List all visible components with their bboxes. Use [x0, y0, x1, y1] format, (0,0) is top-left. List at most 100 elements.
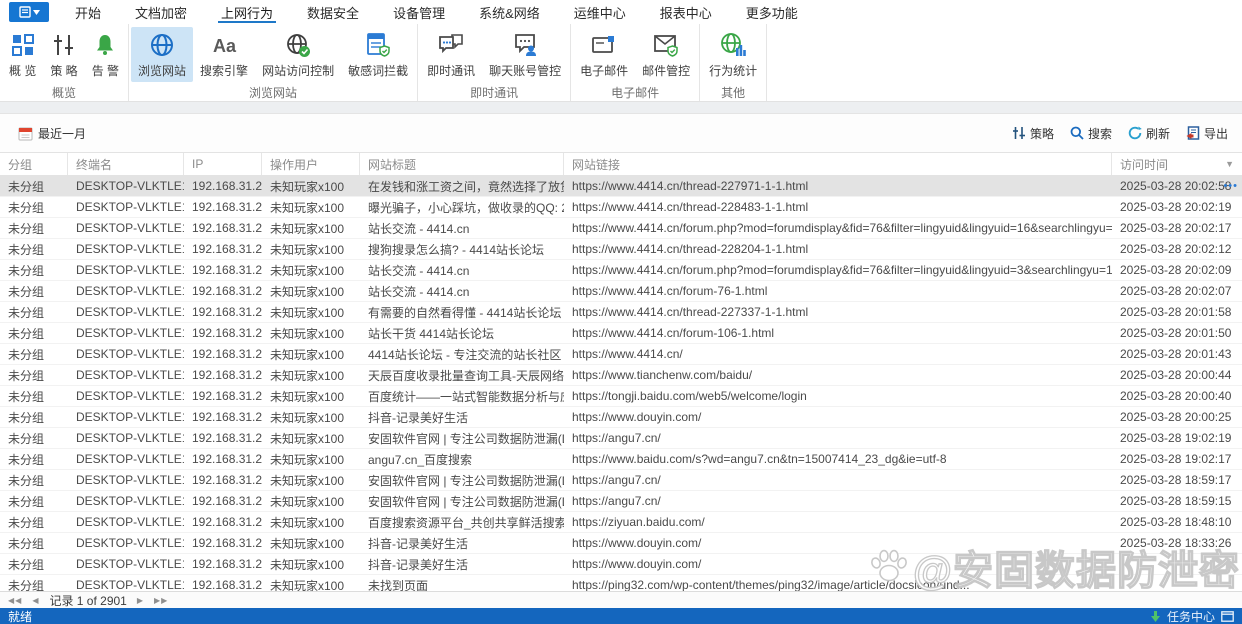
ribbon-item-browse-sites[interactable]: 浏览网站: [131, 27, 193, 82]
table-row[interactable]: 未分组 DESKTOP-VLKTLE1 192.168.31.27 未知玩家x1…: [0, 176, 1242, 197]
column-header-ip[interactable]: IP: [184, 153, 262, 175]
cell-time: 2025-03-28 20:02:09•••: [1112, 260, 1242, 280]
ribbon-item-site-access-control[interactable]: 网站访问控制: [255, 27, 341, 82]
table-row[interactable]: 未分组 DESKTOP-VLKTLE1 192.168.31.27 未知玩家x1…: [0, 491, 1242, 512]
ribbon-item-overview[interactable]: 概 览: [2, 27, 43, 82]
cell-title: 未找到页面: [360, 575, 564, 591]
cell-user: 未知玩家x100: [262, 218, 360, 238]
menu-tab-system-network[interactable]: 系统&网络: [462, 0, 557, 24]
cell-url: https://www.4414.cn/forum-106-1.html: [564, 323, 1112, 343]
table-row[interactable]: 未分组 DESKTOP-VLKTLE1 192.168.31.27 未知玩家x1…: [0, 218, 1242, 239]
column-header-terminal[interactable]: 终端名: [68, 153, 184, 175]
ribbon-item-label: 网站访问控制: [262, 62, 334, 79]
menu-tab-data-security[interactable]: 数据安全: [290, 0, 376, 24]
prev-page-button[interactable]: ◀: [32, 596, 39, 605]
task-center-button[interactable]: 任务中心: [1167, 608, 1215, 624]
column-header-user[interactable]: 操作用户: [262, 153, 360, 175]
ribbon-item-label: 聊天账号管控: [489, 62, 561, 79]
export-icon: [1186, 126, 1200, 140]
ribbon-group-label: 电子邮件: [573, 84, 697, 101]
menu-tab-doc-encrypt[interactable]: 文档加密: [118, 0, 204, 24]
table-row[interactable]: 未分组 DESKTOP-VLKTLE1 192.168.31.27 未知玩家x1…: [0, 575, 1242, 591]
ribbon-item-sensitive-word-block[interactable]: 敏感词拦截: [341, 27, 415, 82]
ribbon-item-label: 敏感词拦截: [348, 62, 408, 79]
cell-group: 未分组: [0, 407, 68, 427]
table-row[interactable]: 未分组 DESKTOP-VLKTLE1 192.168.31.27 未知玩家x1…: [0, 386, 1242, 407]
cell-group: 未分组: [0, 575, 68, 591]
cell-ip: 192.168.31.27: [184, 197, 262, 217]
app-menu-button[interactable]: [9, 2, 49, 22]
column-header-url[interactable]: 网站链接: [564, 153, 1112, 175]
cell-user: 未知玩家x100: [262, 428, 360, 448]
ribbon-item-label: 即时通讯: [427, 62, 475, 79]
column-header-time[interactable]: 访问时间▼: [1112, 153, 1242, 175]
table-row[interactable]: 未分组 DESKTOP-VLKTLE1 192.168.31.27 未知玩家x1…: [0, 344, 1242, 365]
window-icon[interactable]: [1221, 611, 1234, 622]
cell-title: 站长交流 - 4414.cn: [360, 260, 564, 280]
cell-user: 未知玩家x100: [262, 323, 360, 343]
ribbon-item-im[interactable]: 即时通讯: [420, 27, 482, 82]
export-button[interactable]: 导出: [1186, 125, 1228, 142]
menu-tab-device-mgmt[interactable]: 设备管理: [376, 0, 462, 24]
cell-terminal: DESKTOP-VLKTLE1: [68, 470, 184, 490]
ribbon-item-alert[interactable]: 告 警: [85, 27, 126, 82]
menu-tab-report-center[interactable]: 报表中心: [643, 0, 729, 24]
cell-title: 天辰百度收录批量查询工具-天辰网络: [360, 365, 564, 385]
cell-title: 百度统计——一站式智能数据分析与应用平台: [360, 386, 564, 406]
menu-tab-start[interactable]: 开始: [58, 0, 118, 24]
ribbon-item-behavior-stats[interactable]: 行为统计: [702, 27, 764, 82]
table-row[interactable]: 未分组 DESKTOP-VLKTLE1 192.168.31.27 未知玩家x1…: [0, 449, 1242, 470]
refresh-button[interactable]: 刷新: [1128, 125, 1170, 142]
table-row[interactable]: 未分组 DESKTOP-VLKTLE1 192.168.31.27 未知玩家x1…: [0, 533, 1242, 554]
table-row[interactable]: 未分组 DESKTOP-VLKTLE1 192.168.31.27 未知玩家x1…: [0, 281, 1242, 302]
menu-tab-more[interactable]: 更多功能: [729, 0, 815, 24]
cell-ip: 192.168.31.27: [184, 575, 262, 591]
menu-tab-web-behavior[interactable]: 上网行为: [204, 0, 290, 24]
ribbon-item-mail-control[interactable]: 邮件管控: [635, 27, 697, 82]
table-row[interactable]: 未分组 DESKTOP-VLKTLE1 192.168.31.27 未知玩家x1…: [0, 197, 1242, 218]
date-range-filter[interactable]: 最近一月: [18, 125, 86, 142]
table-row[interactable]: 未分组 DESKTOP-VLKTLE1 192.168.31.27 未知玩家x1…: [0, 365, 1242, 386]
search-button[interactable]: 搜索: [1070, 125, 1112, 142]
menu-tab-ops-center[interactable]: 运维中心: [557, 0, 643, 24]
ribbon-item-chat-account-control[interactable]: 聊天账号管控: [482, 27, 568, 82]
cell-time-value: 2025-03-28 20:01:43: [1120, 347, 1231, 361]
cell-title: 有需要的自然看得懂 - 4414站长论坛: [360, 302, 564, 322]
cell-time: 2025-03-28 19:02:19•••: [1112, 428, 1242, 448]
cell-terminal: DESKTOP-VLKTLE1: [68, 428, 184, 448]
ribbon-item-search-engine[interactable]: Aa 搜索引擎: [193, 27, 255, 82]
ribbon-item-email[interactable]: 电子邮件: [573, 27, 635, 82]
ribbon-group-label: 即时通讯: [420, 84, 568, 101]
cell-time: •••: [1112, 575, 1242, 591]
cell-user: 未知玩家x100: [262, 554, 360, 574]
ribbon-item-policy[interactable]: 策 略: [43, 27, 84, 82]
table-row[interactable]: 未分组 DESKTOP-VLKTLE1 192.168.31.27 未知玩家x1…: [0, 470, 1242, 491]
table-row[interactable]: 未分组 DESKTOP-VLKTLE1 192.168.31.27 未知玩家x1…: [0, 302, 1242, 323]
first-page-button[interactable]: ◀◀: [8, 596, 22, 605]
column-header-title[interactable]: 网站标题: [360, 153, 564, 175]
cell-group: 未分组: [0, 239, 68, 259]
cell-url: https://www.4414.cn/thread-228204-1-1.ht…: [564, 239, 1112, 259]
last-page-button[interactable]: ▶▶: [154, 596, 168, 605]
table-row[interactable]: 未分组 DESKTOP-VLKTLE1 192.168.31.27 未知玩家x1…: [0, 512, 1242, 533]
policy-button[interactable]: 策略: [1012, 125, 1054, 142]
cell-ip: 192.168.31.27: [184, 239, 262, 259]
cell-ip: 192.168.31.27: [184, 260, 262, 280]
cell-terminal: DESKTOP-VLKTLE1: [68, 239, 184, 259]
cell-ip: 192.168.31.27: [184, 449, 262, 469]
cell-time-value: 2025-03-28 20:01:50: [1120, 326, 1231, 340]
table-row[interactable]: 未分组 DESKTOP-VLKTLE1 192.168.31.27 未知玩家x1…: [0, 260, 1242, 281]
table-row[interactable]: 未分组 DESKTOP-VLKTLE1 192.168.31.27 未知玩家x1…: [0, 239, 1242, 260]
column-header-group[interactable]: 分组: [0, 153, 68, 175]
row-actions-menu[interactable]: •••: [1223, 176, 1238, 196]
next-page-button[interactable]: ▶: [137, 596, 144, 605]
table-row[interactable]: 未分组 DESKTOP-VLKTLE1 192.168.31.27 未知玩家x1…: [0, 428, 1242, 449]
cell-group: 未分组: [0, 491, 68, 511]
filter-caret-icon[interactable]: ▼: [1225, 159, 1234, 169]
table-row[interactable]: 未分组 DESKTOP-VLKTLE1 192.168.31.27 未知玩家x1…: [0, 407, 1242, 428]
app-window: 开始 文档加密 上网行为 数据安全 设备管理 系统&网络 运维中心 报表中心 更…: [0, 0, 1242, 624]
cell-group: 未分组: [0, 302, 68, 322]
table-row[interactable]: 未分组 DESKTOP-VLKTLE1 192.168.31.27 未知玩家x1…: [0, 554, 1242, 575]
filter-bar: 最近一月 策略 搜索 刷新 导出: [0, 114, 1242, 152]
table-row[interactable]: 未分组 DESKTOP-VLKTLE1 192.168.31.27 未知玩家x1…: [0, 323, 1242, 344]
